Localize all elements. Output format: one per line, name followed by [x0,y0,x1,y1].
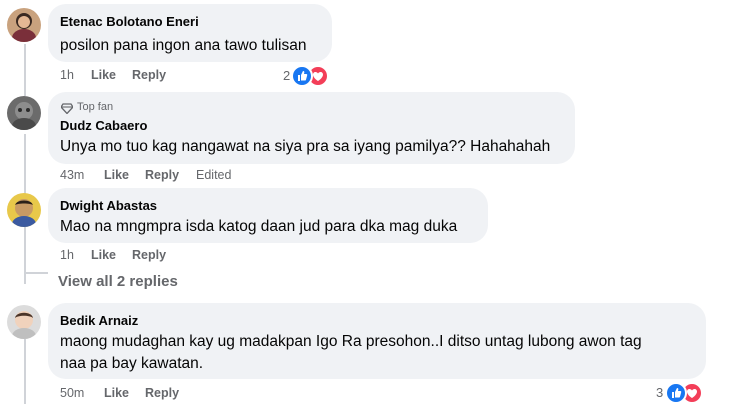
reaction-count[interactable]: 2 [283,68,290,83]
comment-author[interactable]: Dwight Abastas [60,198,157,213]
comment-text-line-2: naa pa bay kawatan. [60,355,204,372]
like-button[interactable]: Like [91,248,116,262]
reply-button[interactable]: Reply [145,386,179,400]
comment-author[interactable]: Bedik Arnaiz [60,313,138,328]
comment-text-line-1: maong mudaghan kay ug madakpan Igo Ra pr… [60,333,642,350]
like-button[interactable]: Like [104,386,129,400]
avatar[interactable] [7,96,41,130]
like-icon[interactable] [291,65,313,87]
comment-time[interactable]: 50m [60,386,84,400]
top-fan-icon [60,101,74,119]
comment-time[interactable]: 1h [60,248,74,262]
thread-line [24,332,26,404]
edited-label: Edited [196,168,232,182]
reply-button[interactable]: Reply [132,248,166,262]
top-fan-badge: Top fan [77,101,114,113]
avatar[interactable] [7,193,41,227]
like-button[interactable]: Like [91,68,116,82]
thread-line [24,44,26,96]
comment-author[interactable]: Etenac Bolotano Eneri [60,14,199,29]
thread-line [24,272,48,274]
comment-time[interactable]: 43m [60,168,84,182]
comment-text: Mao na mngmpra isda katog daan jud para … [60,218,458,235]
comment-time[interactable]: 1h [60,68,74,82]
like-icon[interactable] [665,382,687,404]
reply-button[interactable]: Reply [145,168,179,182]
avatar[interactable] [7,8,41,42]
view-replies-link[interactable]: View all 2 replies [58,273,178,290]
like-button[interactable]: Like [104,168,129,182]
comment-author[interactable]: Dudz Cabaero [60,118,147,133]
avatar[interactable] [7,305,41,339]
comment-text: Unya mo tuo kag nangawat na siya pra sa … [60,138,551,155]
reply-button[interactable]: Reply [132,68,166,82]
reaction-count[interactable]: 3 [656,385,663,400]
comment-text: posilon pana ingon ana tawo tulisan [60,37,307,54]
